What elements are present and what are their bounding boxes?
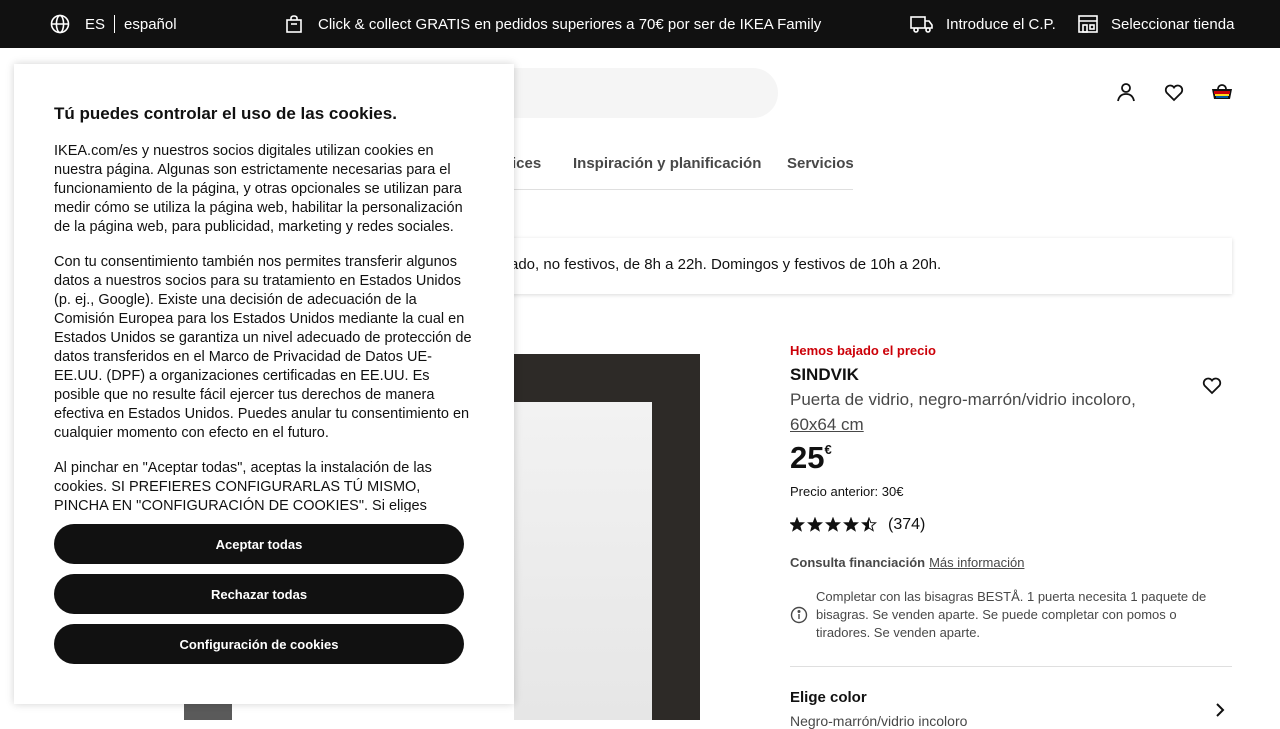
star-icon <box>861 517 877 532</box>
cookie-modal-body[interactable]: IKEA.com/es y nuestros socios digitales … <box>54 142 476 512</box>
star-icon <box>807 517 823 532</box>
price-value: 25 <box>790 440 825 475</box>
previous-price: Precio anterior: 30€ <box>790 484 904 499</box>
top-bar: ES español Click & collect GRATIS en ped… <box>0 0 1280 48</box>
cookie-paragraph: Al pinchar en "Aceptar todas", aceptas l… <box>54 460 432 512</box>
postcode-button[interactable]: Introduce el C.P. <box>910 0 1056 48</box>
language-name: español <box>124 15 177 33</box>
rating-stars <box>790 517 877 532</box>
basket-icon[interactable] <box>1210 80 1234 104</box>
star-icon <box>825 517 841 532</box>
door-frame <box>514 354 700 720</box>
product-name: SINDVIK <box>790 365 859 384</box>
store-icon <box>1078 15 1098 33</box>
cookie-modal-title: Tú puedes controlar el uso de las cookie… <box>54 104 397 123</box>
nav-item-services[interactable]: Servicios <box>787 155 854 172</box>
cookie-paragraph: Con tu consentimiento también nos permit… <box>54 254 472 441</box>
info-icon <box>790 606 808 624</box>
product-description: Puerta de vidrio, negro-marrón/vidrio in… <box>790 390 1136 409</box>
financing-label: Consulta financiación <box>790 555 926 570</box>
price-drop-label: Hemos bajado el precio <box>790 343 936 358</box>
price-currency: € <box>824 442 832 457</box>
postcode-label: Introduce el C.P. <box>946 15 1056 33</box>
store-label: Seleccionar tienda <box>1111 15 1235 33</box>
color-value: Negro-marrón/vidrio incoloro <box>790 713 968 729</box>
star-icon <box>843 517 859 532</box>
cookie-paragraph: IKEA.com/es y nuestros socios digitales … <box>54 143 463 235</box>
divider <box>790 666 1232 667</box>
store-selector[interactable]: Seleccionar tienda <box>1078 0 1234 48</box>
nav-item-inspiration[interactable]: Inspiración y planificación <box>573 155 761 172</box>
language-selector[interactable]: ES español <box>50 0 177 48</box>
language-code: ES <box>85 15 106 33</box>
product-rating[interactable]: (374) <box>790 516 925 534</box>
truck-icon <box>910 16 933 33</box>
cookie-consent-modal: Tú puedes controlar el uso de las cookie… <box>14 64 514 704</box>
click-collect-promo[interactable]: Click & collect GRATIS en pedidos superi… <box>286 0 821 48</box>
promo-text: Click & collect GRATIS en pedidos superi… <box>318 15 822 33</box>
favorite-heart-icon[interactable] <box>1200 373 1224 397</box>
accept-all-button[interactable]: Aceptar todas <box>54 524 464 564</box>
cookie-settings-button[interactable]: Configuración de cookies <box>54 624 464 664</box>
star-icon <box>790 517 805 532</box>
globe-icon <box>50 14 70 34</box>
shopping-bag-icon <box>286 15 302 33</box>
opening-hours-banner: ado, no festivos, de 8h a 22h. Domingos … <box>480 238 1232 294</box>
chevron-right-icon[interactable] <box>1212 702 1228 718</box>
door-glass <box>514 402 652 720</box>
heart-icon[interactable] <box>1162 80 1186 104</box>
rating-count: (374) <box>888 516 926 533</box>
product-price: 25€ <box>790 440 832 476</box>
financing-link[interactable]: Más información <box>929 555 1024 570</box>
nav-divider <box>480 189 853 190</box>
opening-hours-text: ado, no festivos, de 8h a 22h. Domingos … <box>510 256 942 273</box>
product-size-link[interactable]: 60x64 cm <box>790 415 864 435</box>
divider <box>114 15 116 33</box>
financing: Consulta financiación Más información <box>790 555 1024 570</box>
product-note: Completar con las bisagras BESTÅ. 1 puer… <box>816 589 1207 640</box>
reject-all-button[interactable]: Rechazar todas <box>54 574 464 614</box>
user-icon[interactable] <box>1114 80 1138 104</box>
choose-color-label[interactable]: Elige color <box>790 689 867 706</box>
nav-item-partial[interactable]: ices <box>512 155 541 172</box>
